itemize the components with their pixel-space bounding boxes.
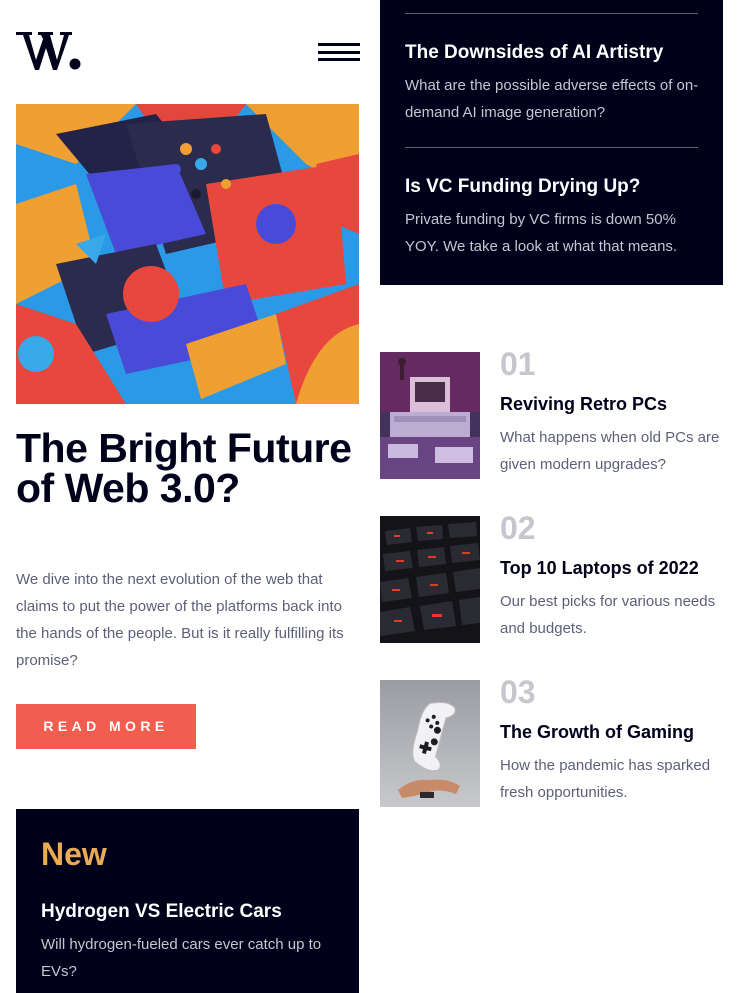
- article-title[interactable]: Top 10 Laptops of 2022: [500, 558, 699, 579]
- read-more-button[interactable]: READ MORE: [16, 704, 196, 749]
- article-description: Our best picks for various needs and bud…: [500, 593, 716, 637]
- new-item-title[interactable]: Hydrogen VS Electric Cars: [41, 901, 282, 923]
- laptop-keyboard-image: [380, 516, 480, 643]
- article-number: 01: [500, 346, 536, 382]
- hamburger-menu-icon[interactable]: [318, 43, 360, 61]
- new-item-title[interactable]: Is VC Funding Drying Up?: [405, 176, 640, 198]
- article-title[interactable]: The Growth of Gaming: [500, 722, 694, 743]
- article-item[interactable]: 03 The Growth of Gaming How the pandemic…: [380, 674, 723, 808]
- article-number: 02: [500, 510, 536, 546]
- article-description: What happens when old PCs are given mode…: [500, 429, 720, 473]
- article-item[interactable]: 02 Top 10 Laptops of 2022 Our best picks…: [380, 510, 723, 644]
- new-section: New Hydrogen VS Electric Cars Will hydro…: [16, 809, 359, 993]
- divider: [405, 147, 698, 148]
- new-heading: New: [41, 836, 107, 872]
- hero-title: The Bright Future of Web 3.0?: [16, 425, 352, 511]
- logo[interactable]: [16, 30, 82, 72]
- logo-w-icon: [16, 32, 81, 70]
- divider: [405, 13, 698, 14]
- hero-description: We dive into the next evolution of the w…: [16, 571, 344, 669]
- retro-pc-thumbnail: [380, 352, 480, 479]
- laptop-keyboard-thumbnail: [380, 516, 480, 643]
- article-item[interactable]: 01 Reviving Retro PCs What happens when …: [380, 346, 723, 480]
- retro-pc-image: [380, 352, 480, 479]
- new-item-description: Will hydrogen-fueled cars ever catch up …: [41, 936, 322, 980]
- article-title[interactable]: Reviving Retro PCs: [500, 394, 667, 415]
- hero-image: [16, 104, 359, 404]
- gaming-controller-thumbnail: [380, 680, 480, 807]
- new-item-description: What are the possible adverse effects of…: [405, 77, 699, 121]
- article-description: How the pandemic has sparked fresh oppor…: [500, 757, 711, 801]
- game-controller-image: [380, 680, 480, 807]
- article-number: 03: [500, 674, 536, 710]
- abstract-3d-blocks-image: [16, 104, 359, 404]
- new-item-description: Private funding by VC firms is down 50% …: [405, 211, 678, 255]
- new-item-title[interactable]: The Downsides of AI Artistry: [405, 42, 663, 64]
- new-section-continued: The Downsides of AI Artistry What are th…: [380, 0, 723, 285]
